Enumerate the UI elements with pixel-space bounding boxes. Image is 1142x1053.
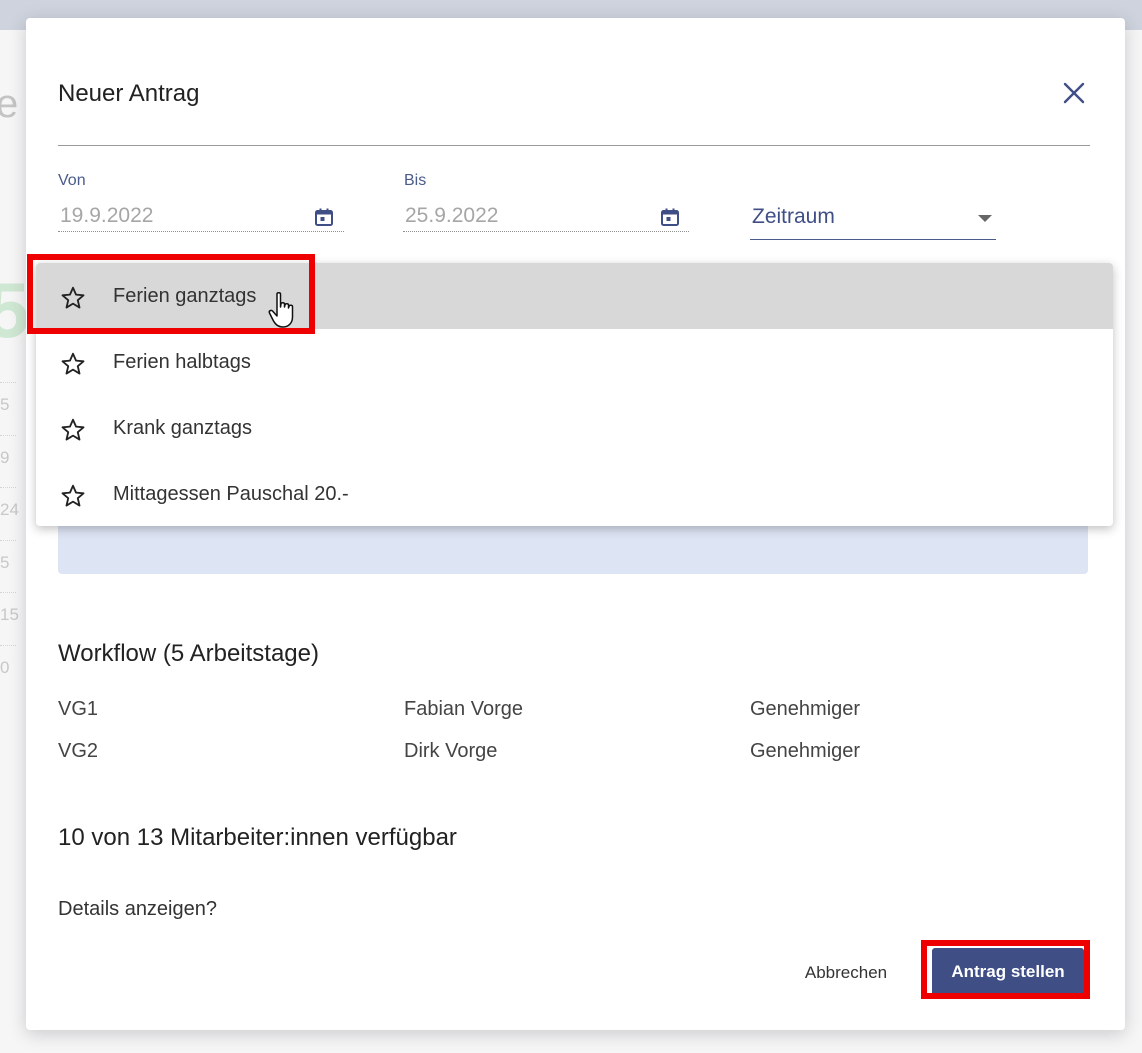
calendar-icon[interactable]: [659, 206, 681, 228]
zeitraum-value: Zeitraum: [752, 205, 835, 228]
background-letter: e: [0, 82, 19, 126]
background-number: 9: [0, 435, 16, 488]
calendar-icon[interactable]: [313, 206, 335, 228]
workflow-role: Genehmiger: [750, 698, 861, 720]
background-number: 15: [0, 592, 19, 645]
menu-item-label: Ferien halbtags: [113, 351, 251, 373]
cancel-button[interactable]: Abbrechen: [786, 956, 906, 990]
star-outline-icon[interactable]: [60, 483, 86, 509]
submit-request-button[interactable]: Antrag stellen: [932, 948, 1084, 996]
title-divider: [58, 145, 1090, 146]
menu-item-ferien-ganztags[interactable]: Ferien ganztags: [36, 263, 1113, 329]
menu-item-krank-ganztags[interactable]: Krank ganztags: [36, 395, 1113, 461]
info-box: [58, 518, 1088, 574]
workflow-level: VG1: [58, 698, 99, 720]
details-link[interactable]: Details anzeigen?: [58, 898, 217, 921]
request-type-menu: Ferien ganztags Ferien halbtags Krank ga…: [36, 263, 1113, 526]
hand-pointer-cursor-icon: [268, 291, 294, 328]
close-button[interactable]: [1059, 78, 1089, 108]
background-number: 5: [0, 382, 16, 435]
workflow-title: Workflow (5 Arbeitstage): [58, 640, 319, 667]
menu-item-label: Mittagessen Pauschal 20.-: [113, 483, 349, 505]
star-outline-icon[interactable]: [60, 285, 86, 311]
menu-item-label: Ferien ganztags: [113, 285, 257, 307]
background-green-digit: 5: [0, 266, 30, 354]
star-outline-icon[interactable]: [60, 417, 86, 443]
workflow-approver-name: Fabian Vorge: [404, 698, 523, 720]
close-icon: [1063, 82, 1085, 104]
new-request-dialog: Neuer Antrag Von Bis Zeitraum: [26, 18, 1125, 1030]
menu-item-ferien-halbtags[interactable]: Ferien halbtags: [36, 329, 1113, 395]
von-label: Von: [58, 172, 86, 189]
background-number: 24: [0, 487, 19, 540]
zeitraum-select[interactable]: Zeitraum: [750, 201, 996, 240]
dialog-title: Neuer Antrag: [58, 80, 200, 107]
bis-date-input[interactable]: [403, 201, 689, 232]
star-outline-icon[interactable]: [60, 351, 86, 377]
workflow-level: VG2: [58, 740, 99, 762]
workflow-role: Genehmiger: [750, 740, 861, 762]
availability-title: 10 von 13 Mitarbeiter:innen verfügbar: [58, 824, 457, 851]
background-number: 5: [0, 540, 16, 593]
menu-item-mittagessen-pauschal[interactable]: Mittagessen Pauschal 20.-: [36, 461, 1113, 526]
background-number: 0: [0, 645, 16, 698]
bis-label: Bis: [404, 172, 427, 189]
von-date-input[interactable]: [58, 201, 344, 232]
workflow-approver-name: Dirk Vorge: [404, 740, 498, 762]
menu-item-label: Krank ganztags: [113, 417, 252, 439]
dropdown-arrow-icon: [978, 215, 992, 222]
